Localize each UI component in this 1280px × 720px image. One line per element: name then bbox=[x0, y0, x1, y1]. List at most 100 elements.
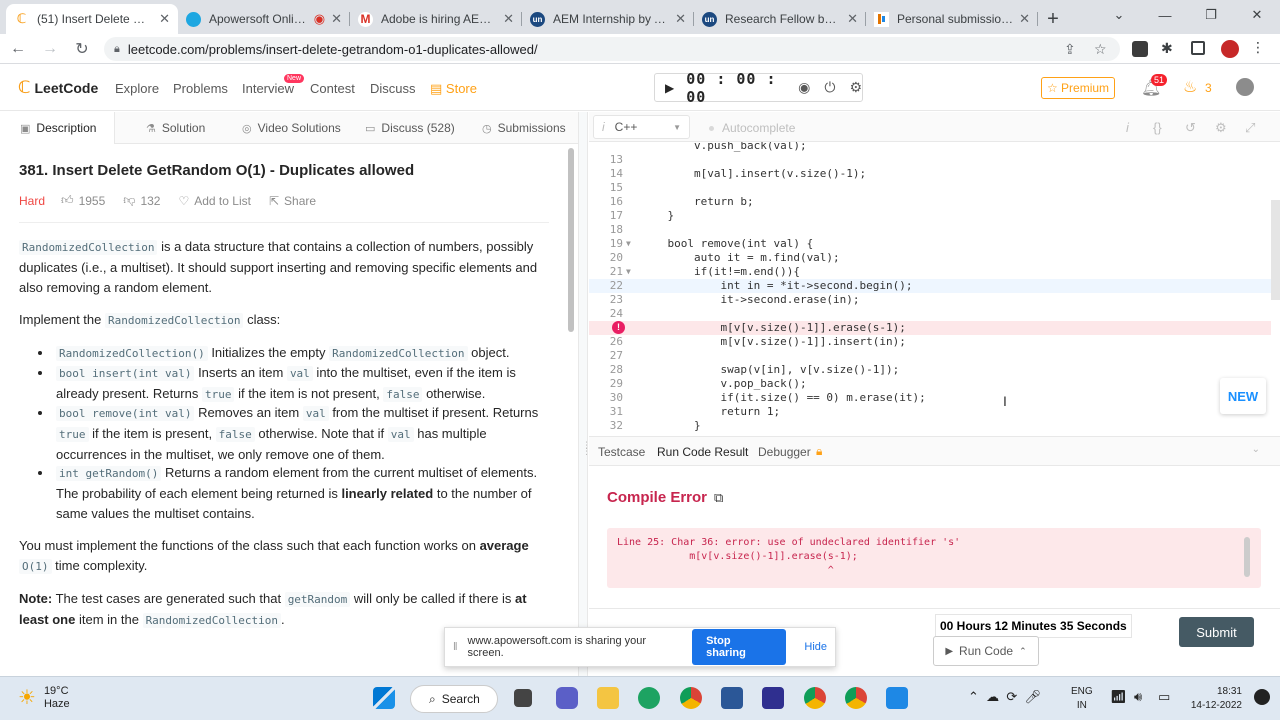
chevron-up-icon[interactable]: ⌃ bbox=[968, 689, 979, 704]
nav-explore[interactable]: Explore bbox=[115, 81, 159, 96]
tab-run-code-result[interactable]: Run Code Result bbox=[657, 445, 748, 459]
restore-icon[interactable]: ❐ bbox=[1188, 0, 1234, 30]
editor-scrollbar[interactable] bbox=[1271, 200, 1280, 300]
copy-icon[interactable]: ⧉ bbox=[714, 490, 723, 506]
menu-kebab-icon[interactable]: ⋮ bbox=[1251, 39, 1267, 55]
browser-tab[interactable]: Apowersoft Online Screen ◉ ✕ bbox=[178, 4, 350, 34]
tab-discuss[interactable]: ▭ Discuss (528) bbox=[365, 112, 455, 144]
close-tab-icon[interactable]: ✕ bbox=[847, 11, 858, 27]
power-icon[interactable]: ⏻ bbox=[824, 79, 835, 96]
close-tab-icon[interactable]: ✕ bbox=[1019, 11, 1030, 27]
close-window-icon[interactable]: ✕ bbox=[1234, 0, 1280, 30]
edge-browser-icon[interactable] bbox=[638, 687, 660, 709]
nav-store[interactable]: ▤ Store bbox=[430, 81, 477, 97]
microphone-icon[interactable]: 🎤︎ bbox=[1025, 689, 1042, 704]
taskbar-search[interactable]: ⌕ Search bbox=[410, 685, 498, 713]
extension-icon[interactable] bbox=[1132, 41, 1148, 57]
close-tab-icon[interactable]: ✕ bbox=[159, 11, 170, 27]
weather-widget[interactable]: ☀ 19°C Haze bbox=[18, 685, 70, 711]
error-marker-icon[interactable]: ! bbox=[612, 321, 625, 334]
autocomplete-toggle[interactable]: Autocomplete bbox=[709, 121, 795, 135]
teams-chat-icon[interactable] bbox=[556, 687, 578, 709]
nav-interview[interactable]: Interview bbox=[242, 81, 294, 96]
collapse-chevron-icon[interactable]: ⌄ bbox=[1252, 444, 1260, 455]
browser-tab[interactable]: M Adobe is hiring AEM Intern ✕ bbox=[350, 4, 522, 34]
add-to-list-button[interactable]: ♡ Add to List bbox=[178, 194, 250, 208]
notification-center-icon[interactable] bbox=[1254, 689, 1270, 705]
windows-start-icon[interactable] bbox=[373, 687, 395, 709]
forward-icon[interactable]: → bbox=[36, 35, 64, 63]
dislike-button[interactable]: 👎︎ 132 bbox=[123, 193, 160, 208]
browser-tab[interactable]: un Research Fellow by Microsoft ✕ bbox=[694, 4, 866, 34]
url-field[interactable]: 🔒︎ leetcode.com/problems/insert-delete-g… bbox=[104, 37, 1120, 61]
share-page-icon[interactable]: ⇪ bbox=[1064, 41, 1076, 58]
code-editor[interactable]: v.push_back(val); 13 14 m[val].insert(v.… bbox=[589, 142, 1271, 434]
new-tab-button[interactable]: + bbox=[1038, 4, 1068, 34]
tab-description[interactable]: ▣ Description bbox=[0, 112, 115, 144]
chrome-icon[interactable] bbox=[680, 687, 702, 709]
tab-submissions[interactable]: ◷ Submissions bbox=[482, 112, 566, 144]
submit-button[interactable]: Submit bbox=[1179, 617, 1254, 647]
wifi-icon[interactable]: 📶︎ bbox=[1110, 689, 1127, 705]
system-clock[interactable]: 18:31 14-12-2022 bbox=[1186, 685, 1242, 713]
stop-sharing-button[interactable]: Stop sharing bbox=[692, 629, 787, 665]
drag-handle-icon[interactable]: ‖ bbox=[453, 641, 458, 653]
tab-debugger[interactable]: Debugger bbox=[758, 445, 811, 459]
panel-resize-handle[interactable]: ⋮ ⋮ bbox=[578, 112, 591, 676]
store-app-icon[interactable] bbox=[721, 687, 743, 709]
screen-recorder-icon[interactable] bbox=[886, 687, 908, 709]
close-tab-icon[interactable]: ✕ bbox=[503, 11, 514, 27]
battery-icon[interactable]: ▭ bbox=[1158, 689, 1170, 705]
app-icon[interactable] bbox=[762, 687, 784, 709]
side-panel-icon[interactable] bbox=[1191, 41, 1205, 55]
tab-search-icon[interactable]: ⌄ bbox=[1096, 0, 1142, 30]
code-braces-icon[interactable]: {} bbox=[1153, 120, 1162, 135]
close-tab-icon[interactable]: ✕ bbox=[331, 11, 342, 27]
reload-icon[interactable]: ↻ bbox=[68, 35, 96, 63]
like-button[interactable]: 👍︎ 1955 bbox=[61, 193, 105, 208]
bookmark-star-icon[interactable]: ☆ bbox=[1094, 41, 1107, 58]
tab-testcase[interactable]: Testcase bbox=[598, 445, 645, 459]
task-view-icon[interactable] bbox=[514, 689, 532, 707]
hide-button[interactable]: Hide bbox=[796, 635, 835, 659]
leetcode-logo[interactable]: ℂ LeetCode bbox=[18, 78, 98, 98]
browser-tab[interactable]: un AEM Internship by Adobe ✕ bbox=[522, 4, 694, 34]
share-button[interactable]: ⇱ Share bbox=[269, 194, 316, 208]
fold-arrow-icon[interactable]: ▼ bbox=[626, 237, 631, 251]
new-feature-button[interactable]: NEW bbox=[1220, 378, 1266, 414]
tab-solution[interactable]: ⚗ Solution bbox=[146, 112, 205, 144]
back-icon[interactable]: ← bbox=[4, 35, 32, 63]
settings-gear-icon[interactable]: ⚙ bbox=[849, 79, 862, 96]
browser-tab[interactable]: Personal submissions ✕ bbox=[866, 4, 1038, 34]
nav-problems[interactable]: Problems bbox=[173, 81, 228, 96]
premium-button[interactable]: ☆ Premium bbox=[1041, 77, 1115, 99]
volume-icon[interactable]: 🔊︎ bbox=[1134, 689, 1142, 705]
fullscreen-icon[interactable]: ⤢ bbox=[1245, 120, 1255, 136]
input-language[interactable]: ENG IN bbox=[1071, 685, 1093, 713]
error-scrollbar[interactable] bbox=[1244, 537, 1250, 577]
reset-icon[interactable]: ↺ bbox=[1185, 120, 1196, 136]
nav-discuss[interactable]: Discuss bbox=[370, 81, 416, 96]
browser-tab[interactable]: ℂ (51) Insert Delete GetRandom ✕ bbox=[6, 4, 178, 34]
tab-video-solutions[interactable]: ◎ Video Solutions bbox=[242, 112, 341, 144]
play-icon[interactable]: ▶ bbox=[665, 81, 674, 95]
fold-arrow-icon[interactable]: ▼ bbox=[626, 265, 631, 279]
fire-streak-icon[interactable]: ♨ bbox=[1183, 77, 1197, 97]
description-scrollbar[interactable] bbox=[568, 148, 574, 332]
eye-icon[interactable]: ◉ bbox=[798, 79, 810, 96]
close-tab-icon[interactable]: ✕ bbox=[675, 11, 686, 27]
language-select[interactable]: i C++ ▼ bbox=[593, 115, 690, 139]
puzzle-extensions-icon[interactable]: ✱ bbox=[1161, 40, 1177, 56]
user-avatar[interactable] bbox=[1236, 78, 1254, 96]
sync-icon[interactable]: ⟳ bbox=[1006, 689, 1017, 704]
run-code-button[interactable]: ▶ Run Code ⌃ bbox=[933, 636, 1039, 666]
network-icon[interactable]: ☁ bbox=[986, 689, 999, 704]
settings-gear-icon[interactable]: ⚙ bbox=[1215, 120, 1227, 136]
minimize-icon[interactable]: — bbox=[1142, 0, 1188, 30]
lock-icon[interactable]: 🔒︎ bbox=[114, 43, 120, 56]
chrome-icon[interactable] bbox=[804, 687, 826, 709]
info-icon[interactable]: i bbox=[1126, 120, 1129, 135]
chrome-icon[interactable] bbox=[845, 687, 867, 709]
file-explorer-icon[interactable] bbox=[597, 687, 619, 709]
nav-contest[interactable]: Contest bbox=[310, 81, 355, 96]
